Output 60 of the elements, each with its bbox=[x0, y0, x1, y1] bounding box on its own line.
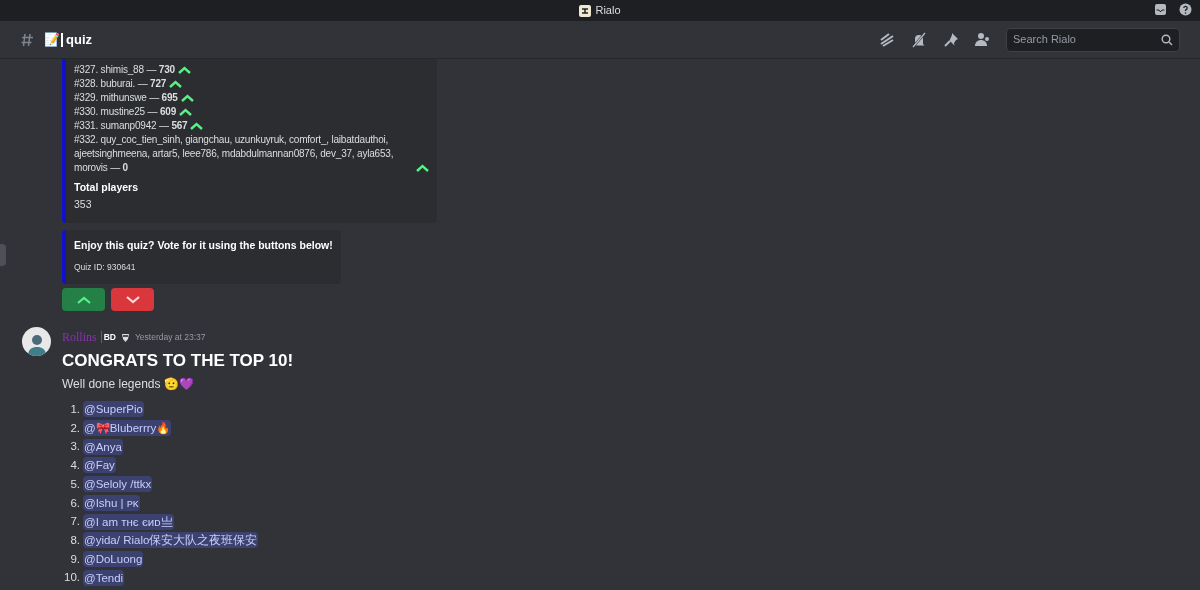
leaderboard-entry: #330. mustine25 — 609 bbox=[74, 105, 176, 119]
author-tag: BD bbox=[100, 330, 116, 344]
list-number: 7. bbox=[69, 514, 80, 530]
total-players-label: Total players bbox=[74, 180, 139, 195]
upvote-button[interactable] bbox=[62, 288, 105, 311]
person-silhouette-icon bbox=[26, 332, 47, 356]
pin-icon[interactable] bbox=[942, 30, 960, 49]
list-number: 1. bbox=[69, 402, 80, 417]
user-mention[interactable]: @DoLuong bbox=[83, 550, 144, 567]
leaderboard-entry: #331. sumanp0942 — 567 bbox=[74, 119, 188, 133]
help-icon[interactable] bbox=[1179, 3, 1192, 16]
vote-prompt: Enjoy this quiz? Vote for it using the buttons below! bbox=[74, 237, 334, 253]
members-icon[interactable] bbox=[974, 30, 992, 49]
message-text: Well done legends 🫡💜 bbox=[62, 376, 195, 392]
search-field[interactable]: Search Rialo bbox=[1006, 27, 1180, 52]
user-mention[interactable]: @Fay bbox=[83, 457, 116, 474]
list-number: 4. bbox=[69, 458, 80, 474]
bell-muted-icon[interactable] bbox=[910, 30, 928, 49]
chevron-up-icon bbox=[76, 295, 91, 304]
total-players-value: 353 bbox=[74, 196, 93, 212]
leaderboard-entry: #329. mithunswe — 695 bbox=[74, 91, 178, 105]
chevron-up-icon bbox=[416, 164, 429, 172]
chevron-up-icon bbox=[180, 94, 194, 102]
user-mention[interactable]: @I am ᴛʜє єиᴅ亗 bbox=[83, 513, 174, 530]
user-mention[interactable]: @SuperPio bbox=[83, 401, 144, 418]
list-number: 2. bbox=[69, 420, 80, 436]
timestamp: Yesterday at 23:37 bbox=[134, 330, 206, 344]
document-emoji: 📝 bbox=[44, 30, 60, 49]
scroll-handle[interactable] bbox=[0, 244, 6, 266]
list-number: 9. bbox=[69, 551, 80, 567]
list-number: 8. bbox=[69, 532, 80, 548]
leaderboard-entry: #327. shimis_88 — 730 bbox=[74, 63, 175, 77]
list-number: 5. bbox=[69, 476, 80, 492]
user-mention[interactable]: @Tendi bbox=[83, 569, 125, 586]
user-mention[interactable]: @Anya bbox=[83, 438, 123, 455]
threads-hash-icon bbox=[20, 31, 36, 48]
leaderboard-entry: #328. buburai. — 727 bbox=[74, 77, 167, 91]
channel-name: quiz bbox=[61, 32, 92, 47]
list-number: 3. bbox=[69, 439, 80, 455]
list-number: 10. bbox=[63, 570, 80, 586]
downvote-button[interactable] bbox=[111, 288, 154, 311]
search-icon bbox=[1161, 33, 1173, 46]
user-mention[interactable]: @🎀Bluberrry🔥 bbox=[83, 420, 172, 437]
quiz-id: Quiz ID: 930641 bbox=[74, 261, 137, 274]
badge-icon bbox=[119, 331, 131, 343]
chevron-up-icon bbox=[177, 66, 191, 74]
user-mention[interactable]: @Ishu | ᴘᴋ bbox=[83, 494, 140, 511]
threads-icon[interactable] bbox=[878, 30, 896, 49]
chevron-up-icon bbox=[190, 122, 204, 130]
user-mention[interactable]: @yida/ Rialo保安大队之夜班保安 bbox=[83, 532, 259, 549]
window-title: Rialo bbox=[595, 3, 621, 19]
list-number: 6. bbox=[69, 495, 80, 511]
message-heading: CONGRATS TO THE TOP 10! bbox=[62, 350, 295, 372]
leaderboard-entry: #332. quy_coc_tien_sinh, giangchau, uzunkuyruk, comfort_, laibatdauthoi, ajeetsinghmeena, artar5, leee786, mdabdulmannan0876, dev_37, ayla653, morovis — 0 bbox=[74, 133, 395, 175]
chevron-up-icon bbox=[169, 80, 183, 88]
app-logo-icon bbox=[579, 4, 592, 17]
chevron-down-icon bbox=[125, 295, 140, 304]
chevron-up-icon bbox=[179, 108, 192, 116]
inbox-icon[interactable] bbox=[1154, 3, 1167, 16]
user-mention[interactable]: @Seloly /ttkx bbox=[83, 476, 153, 493]
